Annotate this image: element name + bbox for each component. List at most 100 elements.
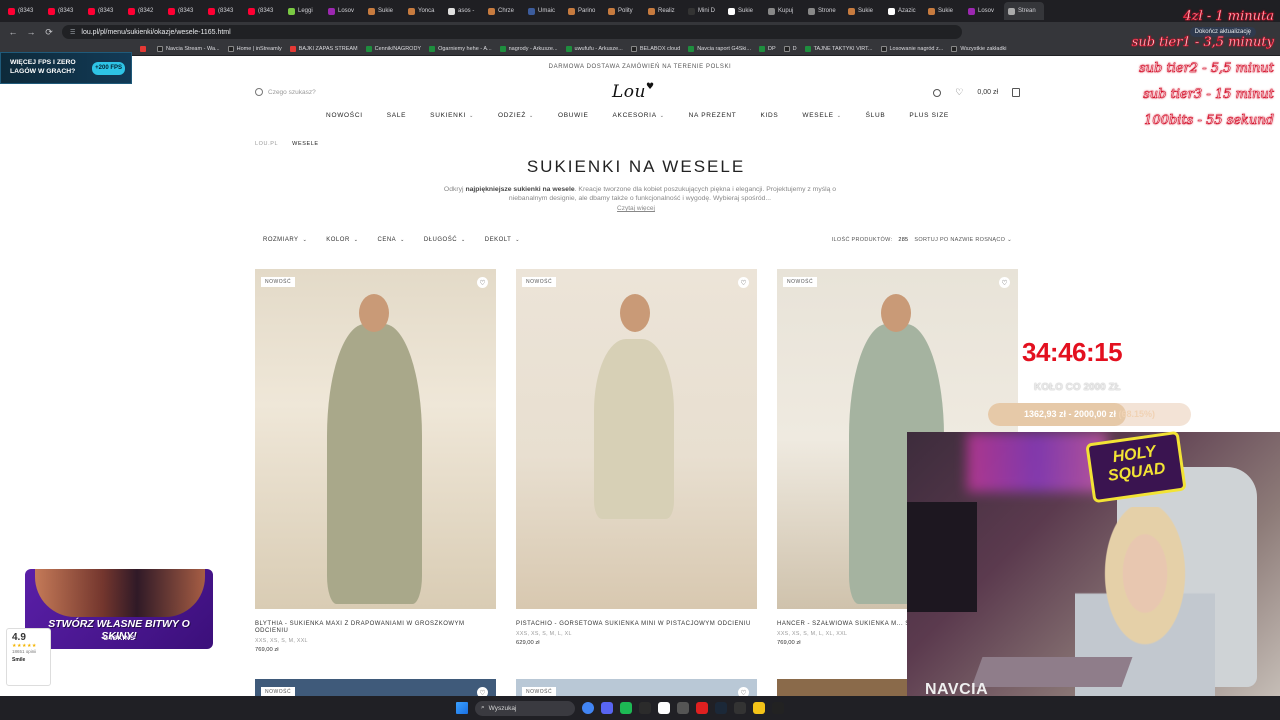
- wishlist-heart-icon[interactable]: ♡: [738, 277, 749, 288]
- bookmark-item[interactable]: Home | inStreamly: [227, 45, 282, 52]
- filter-dropdown[interactable]: DŁUGOŚĆ ⌄: [424, 237, 466, 243]
- menu-item[interactable]: KIDS: [760, 112, 778, 119]
- browser-tab[interactable]: Sukie: [724, 2, 764, 20]
- taskbar-app-icon[interactable]: [601, 702, 613, 714]
- wishlist-heart-icon[interactable]: ♡: [477, 277, 488, 288]
- taskbar-app-icon[interactable]: [620, 702, 632, 714]
- forward-icon[interactable]: →: [26, 27, 36, 37]
- wishlist-heart-icon[interactable]: ♡: [999, 277, 1010, 288]
- product-name[interactable]: PISTACHIO - GORSETOWA SUKIENKA MINI W PI…: [516, 621, 757, 628]
- product-card[interactable]: NOWOŚĆ ♡ PISTACHIO - GORSETOWA SUKIENKA MI…: [516, 269, 757, 646]
- taskbar-app-icon[interactable]: [696, 702, 708, 714]
- product-image[interactable]: NOWOŚĆ ♡: [255, 269, 496, 609]
- browser-tab[interactable]: Strone: [804, 2, 844, 20]
- read-more-link[interactable]: Czytaj więcej: [0, 205, 1272, 212]
- menu-item[interactable]: WESELE ⌄: [802, 112, 841, 119]
- bookmark-item[interactable]: TAJNE TAKTYKI VIRT...: [804, 45, 873, 52]
- site-search[interactable]: Czego szukasz?: [255, 88, 316, 96]
- browser-tab[interactable]: Chrze: [484, 2, 524, 20]
- filter-dropdown[interactable]: KOLOR ⌄: [326, 237, 358, 243]
- search-icon: ⌕: [481, 704, 485, 711]
- site-logo[interactable]: Lou♥: [612, 82, 655, 102]
- bookmark-item[interactable]: D: [783, 45, 797, 52]
- taskbar-app-icon[interactable]: [772, 702, 784, 714]
- product-card[interactable]: NOWOŚĆ ♡ BLYTHIA - SUKIENKA MAXI Z DRAPOWA…: [255, 269, 496, 653]
- browser-tab[interactable]: Sukie: [924, 2, 964, 20]
- browser-tab[interactable]: (8343: [164, 2, 204, 20]
- browser-tab[interactable]: Kupuj: [764, 2, 804, 20]
- bookmark-item[interactable]: Navcia Stream - Wa...: [157, 45, 220, 52]
- start-icon[interactable]: [456, 702, 468, 714]
- browser-tab[interactable]: Strean: [1004, 2, 1044, 20]
- bookmark-item[interactable]: Wszystkie zakładki: [951, 45, 1006, 52]
- product-name[interactable]: BLYTHIA - SUKIENKA MAXI Z DRAPOWANIAMI W…: [255, 621, 496, 635]
- wishlist-icon[interactable]: ♡: [955, 87, 963, 98]
- taskbar-app-icon[interactable]: [658, 702, 670, 714]
- browser-tab[interactable]: Sukie: [364, 2, 404, 20]
- browser-tab[interactable]: (8343: [244, 2, 284, 20]
- filter-dropdown[interactable]: ROZMIARY ⌄: [263, 237, 307, 243]
- menu-item[interactable]: SUKIENKI ⌄: [430, 112, 474, 119]
- cart-total[interactable]: 0,00 zł: [977, 89, 998, 96]
- reload-icon[interactable]: ⟳: [44, 27, 54, 38]
- menu-item[interactable]: ODZIEŻ ⌄: [498, 112, 534, 119]
- site-info-icon[interactable]: ☰: [70, 29, 75, 36]
- browser-tab[interactable]: Realiz: [644, 2, 684, 20]
- bookmark-item[interactable]: [140, 45, 149, 52]
- taskbar-app-icon[interactable]: [677, 702, 689, 714]
- bookmark-item[interactable]: DP: [758, 45, 776, 52]
- menu-item[interactable]: OBUWIE: [558, 112, 589, 119]
- filter-dropdown[interactable]: CENA ⌄: [377, 237, 404, 243]
- menu-item[interactable]: NA PREZENT: [689, 112, 737, 119]
- menu-item[interactable]: PLUS SIZE: [909, 112, 949, 119]
- taskbar-app-icon[interactable]: [582, 702, 594, 714]
- browser-tab[interactable]: Mini D: [684, 2, 724, 20]
- bookmark-item[interactable]: BELABOX cloud: [630, 45, 680, 52]
- bookmark-item[interactable]: BAJKI ZAPAS STREAM: [289, 45, 358, 52]
- browser-tab[interactable]: (8343: [204, 2, 244, 20]
- bookmark-item[interactable]: Navcia raport G4Ski...: [688, 45, 751, 52]
- browser-tab[interactable]: asos -: [444, 2, 484, 20]
- browser-tab[interactable]: Leggi: [284, 2, 324, 20]
- product-image[interactable]: NOWOŚĆ ♡: [516, 269, 757, 609]
- browser-tab[interactable]: (8343: [44, 2, 84, 20]
- taskbar-app-icon[interactable]: [734, 702, 746, 714]
- product-card[interactable]: NOWOŚĆ ♡: [255, 679, 496, 696]
- breadcrumb-home[interactable]: LOU.PL: [255, 141, 278, 147]
- browser-tab[interactable]: Polity: [604, 2, 644, 20]
- cart-icon[interactable]: [1012, 88, 1020, 97]
- browser-tab[interactable]: (8343: [4, 2, 44, 20]
- taskbar-app-icon[interactable]: [753, 702, 765, 714]
- product-card[interactable]: NOWOŚĆ ♡: [516, 679, 757, 696]
- browser-tab[interactable]: Sukie: [844, 2, 884, 20]
- url-field[interactable]: ☰ lou.pl/pl/menu/sukienki/okazje/wesele-…: [62, 25, 962, 39]
- taskbar-search[interactable]: ⌕ Wyszukaj: [475, 700, 575, 716]
- bookmark-item[interactable]: Ogarniemy hehe - A...: [429, 45, 492, 52]
- browser-tab[interactable]: Azazic: [884, 2, 924, 20]
- browser-tab[interactable]: Losov: [324, 2, 364, 20]
- browser-tab[interactable]: (8343: [84, 2, 124, 20]
- filter-bar: ROZMIARY ⌄ KOLOR ⌄ CENA ⌄ DŁUGOŚĆ ⌄ DEKOLT ⌄: [263, 237, 520, 243]
- taskbar-app-icon[interactable]: [639, 702, 651, 714]
- bookmark-item[interactable]: nagrody - Arkusze...: [499, 45, 558, 52]
- menu-item[interactable]: SALE: [387, 112, 406, 119]
- bookmark-item[interactable]: uwufufu - Arkusze...: [565, 45, 623, 52]
- taskbar-app-icon[interactable]: [715, 702, 727, 714]
- browser-tab[interactable]: Losov: [964, 2, 1004, 20]
- browser-tab[interactable]: (8342: [124, 2, 164, 20]
- sort-select[interactable]: SORTUJ PO NAZWIE ROSNĄCO ⌄: [914, 237, 1012, 243]
- browser-tab[interactable]: Parino: [564, 2, 604, 20]
- menu-item[interactable]: AKCESORIA ⌄: [613, 112, 665, 119]
- wishlist-heart-icon[interactable]: ♡: [477, 687, 488, 696]
- menu-item[interactable]: ŚLUB: [866, 112, 886, 119]
- account-icon[interactable]: [933, 88, 942, 97]
- back-icon[interactable]: ←: [8, 27, 18, 37]
- wishlist-heart-icon[interactable]: ♡: [738, 687, 749, 696]
- bookmark-item[interactable]: Losowanie nagród z...: [880, 45, 943, 52]
- filter-dropdown[interactable]: DEKOLT ⌄: [485, 237, 520, 243]
- bookmark-item[interactable]: Cennik/NAGRODY: [365, 45, 421, 52]
- browser-tab[interactable]: Umaic: [524, 2, 564, 20]
- menu-item[interactable]: NOWOŚCI: [326, 112, 363, 119]
- browser-tab[interactable]: Yonca: [404, 2, 444, 20]
- rating-widget[interactable]: 4.9 ★★★★★ 18651 opinii Smile: [6, 628, 51, 686]
